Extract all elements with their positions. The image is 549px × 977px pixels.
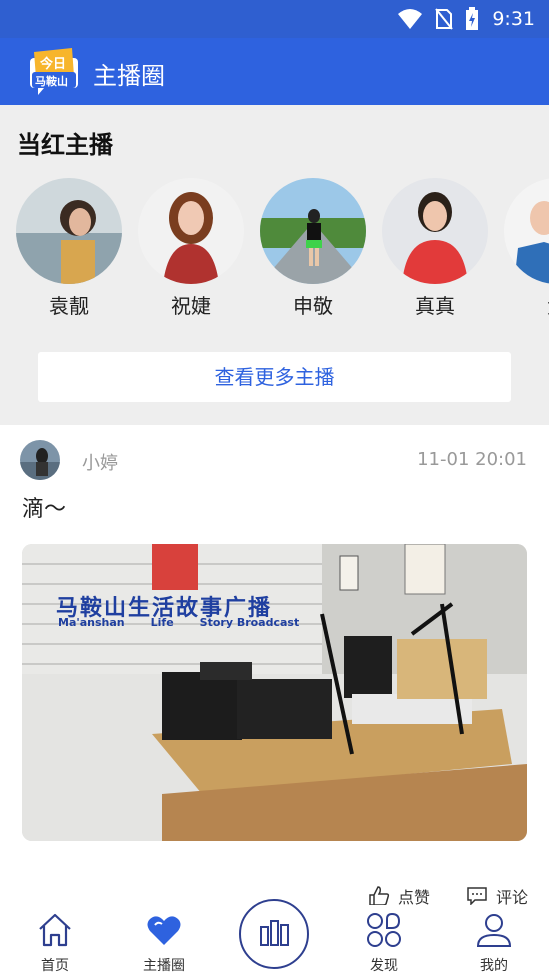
tab-host-circle[interactable]: 主播圈 bbox=[124, 911, 204, 975]
host-carousel[interactable]: 袁靓 祝婕 申敬 真真 大 bbox=[0, 178, 549, 318]
post-timestamp: 11-01 20:01 bbox=[417, 449, 527, 470]
no-sim-icon bbox=[435, 8, 453, 30]
host-item[interactable]: 祝婕 bbox=[137, 178, 245, 318]
host-name: 真真 bbox=[415, 294, 455, 318]
app-bar: 今日 马鞍山 主播圈 bbox=[0, 38, 549, 105]
comment-icon bbox=[467, 887, 487, 906]
host-item[interactable]: 真真 bbox=[381, 178, 489, 318]
host-avatar bbox=[138, 178, 244, 284]
host-item[interactable]: 申敬 bbox=[259, 178, 367, 318]
host-item[interactable]: 大 bbox=[503, 178, 549, 318]
post-text: 滴～ bbox=[22, 497, 67, 522]
home-icon bbox=[39, 913, 71, 947]
post-author-avatar[interactable] bbox=[20, 440, 60, 480]
tab-radio-center[interactable] bbox=[239, 899, 309, 969]
host-name: 袁靓 bbox=[49, 294, 89, 318]
battery-charging-icon bbox=[466, 7, 478, 30]
host-avatar bbox=[504, 178, 549, 284]
host-avatar bbox=[16, 178, 122, 284]
svg-text:今日: 今日 bbox=[39, 56, 66, 72]
app-logo: 今日 马鞍山 bbox=[30, 48, 78, 95]
featured-heading: 当红主播 bbox=[17, 131, 113, 159]
tab-label: 我的 bbox=[480, 958, 508, 974]
view-more-hosts-button[interactable]: 查看更多主播 bbox=[38, 352, 511, 402]
host-name: 祝婕 bbox=[171, 294, 211, 318]
studio-sign-subtitle: Ma'anshan Life Story Broadcast bbox=[58, 616, 299, 629]
host-avatar bbox=[382, 178, 488, 284]
studio-sign-en-2: Life bbox=[150, 616, 174, 629]
post-author-name[interactable]: 小婷 bbox=[82, 449, 118, 475]
tab-label: 主播圈 bbox=[143, 958, 185, 974]
equalizer-icon bbox=[260, 920, 289, 946]
host-avatar bbox=[260, 178, 366, 284]
tab-label: 首页 bbox=[41, 958, 69, 974]
host-name: 大 bbox=[503, 290, 549, 318]
studio-sign-en-3: Story Broadcast bbox=[199, 616, 300, 629]
tab-me[interactable]: 我的 bbox=[454, 911, 534, 975]
heart-icon bbox=[147, 916, 181, 945]
tab-home[interactable]: 首页 bbox=[15, 911, 95, 975]
host-name: 申敬 bbox=[293, 294, 333, 318]
bottom-tab-bar: 首页 主播圈 发现 我的 bbox=[0, 899, 549, 977]
host-item[interactable]: 袁靓 bbox=[15, 178, 123, 318]
wifi-icon bbox=[398, 9, 422, 29]
status-bar: 9:31 bbox=[0, 0, 549, 38]
tab-label: 发现 bbox=[370, 958, 398, 974]
status-icons bbox=[397, 7, 479, 31]
user-icon bbox=[476, 914, 512, 947]
tab-discover[interactable]: 发现 bbox=[344, 911, 424, 975]
clock: 9:31 bbox=[492, 8, 535, 30]
studio-sign-en-1: Ma'anshan bbox=[58, 616, 125, 629]
svg-text:马鞍山: 马鞍山 bbox=[35, 74, 68, 88]
featured-hosts-section: 当红主播 袁靓 祝婕 申敬 真真 查看更多主播 bbox=[0, 105, 549, 425]
page-title: 主播圈 bbox=[93, 62, 165, 90]
thumbs-up-icon bbox=[369, 886, 390, 906]
post-image[interactable]: 马鞍山生活故事广播 Ma'anshan Life Story Broadcast bbox=[22, 544, 527, 841]
discover-icon bbox=[367, 912, 401, 947]
